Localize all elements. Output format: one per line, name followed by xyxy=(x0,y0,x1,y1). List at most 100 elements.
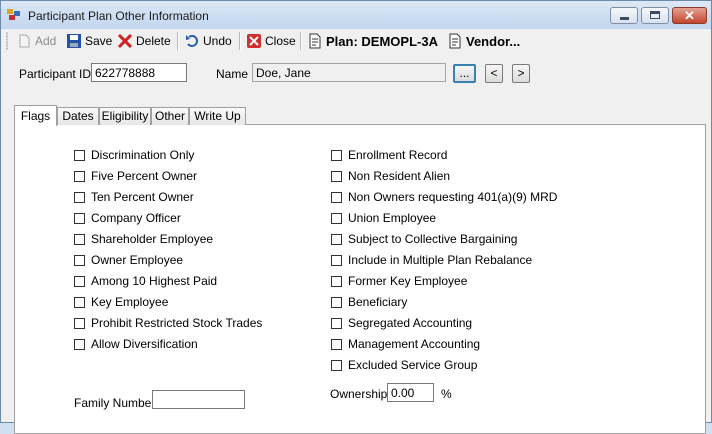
flag-label: Five Percent Owner xyxy=(91,169,198,183)
close-button[interactable]: Close xyxy=(246,32,296,50)
previous-participant-button[interactable]: < xyxy=(485,64,503,83)
flag-checkbox[interactable]: Shareholder Employee xyxy=(74,232,213,246)
undo-icon xyxy=(186,35,198,47)
flag-label: Segregated Accounting xyxy=(348,316,473,330)
checkbox-box[interactable] xyxy=(74,191,85,203)
ownership-input[interactable]: 0.00 xyxy=(387,383,434,402)
checkbox-box[interactable] xyxy=(74,317,85,329)
toolbar-grip[interactable] xyxy=(6,32,8,50)
flag-label: Allow Diversification xyxy=(91,337,198,351)
flag-checkbox[interactable]: Union Employee xyxy=(331,211,436,225)
checkbox-box[interactable] xyxy=(331,212,342,224)
add-button[interactable]: Add xyxy=(16,32,56,50)
flag-checkbox[interactable]: Include in Multiple Plan Rebalance xyxy=(331,253,532,267)
flag-label: Shareholder Employee xyxy=(91,232,214,246)
flag-label: Excluded Service Group xyxy=(348,358,478,372)
checkbox-box[interactable] xyxy=(74,149,85,161)
checkbox-box[interactable] xyxy=(74,233,85,245)
flag-label: Discrimination Only xyxy=(91,148,195,162)
delete-label: Delete xyxy=(136,34,171,48)
flag-label: Key Employee xyxy=(91,295,169,309)
next-participant-button[interactable]: > xyxy=(512,64,530,83)
tab-dates[interactable]: Dates xyxy=(57,107,99,125)
tab-eligibility[interactable]: Eligibility xyxy=(99,107,151,125)
flag-checkbox[interactable]: Prohibit Restricted Stock Trades xyxy=(74,316,262,330)
checkbox-box[interactable] xyxy=(331,149,342,161)
checkbox-box[interactable] xyxy=(74,212,85,224)
flag-checkbox[interactable]: Management Accounting xyxy=(331,337,480,351)
checkbox-box[interactable] xyxy=(331,359,342,371)
checkbox-box[interactable] xyxy=(74,296,85,308)
participant-id-label: Participant ID xyxy=(19,67,92,81)
checkbox-box[interactable] xyxy=(331,191,342,203)
flag-label: Union Employee xyxy=(348,211,437,225)
flag-checkbox[interactable]: Segregated Accounting xyxy=(331,316,472,330)
flag-label: Company Officer xyxy=(91,211,181,225)
participant-id-input[interactable]: 622778888 xyxy=(91,63,187,82)
flag-label: Former Key Employee xyxy=(348,274,468,288)
checkbox-box[interactable] xyxy=(331,254,342,266)
flag-label: Enrollment Record xyxy=(348,148,448,162)
checkbox-box[interactable] xyxy=(331,296,342,308)
flag-label: Include in Multiple Plan Rebalance xyxy=(348,253,533,267)
close-window-button[interactable]: ✕ xyxy=(672,7,707,24)
plan-button[interactable]: Plan: DEMOPL-3A xyxy=(307,32,438,50)
title-bar[interactable]: Participant Plan Other Information ✕ xyxy=(1,1,711,29)
tab-other[interactable]: Other xyxy=(151,107,189,125)
checkbox-box[interactable] xyxy=(74,254,85,266)
add-icon xyxy=(19,34,30,48)
flag-checkbox[interactable]: Ten Percent Owner xyxy=(74,190,194,204)
checkbox-box[interactable] xyxy=(331,317,342,329)
family-number-input[interactable] xyxy=(152,390,245,409)
tab-write-up[interactable]: Write Up xyxy=(189,107,246,125)
family-number-label: Family Number xyxy=(74,396,156,410)
toolbar-separator xyxy=(239,32,241,50)
checkbox-box[interactable] xyxy=(331,275,342,287)
flag-checkbox[interactable]: Allow Diversification xyxy=(74,337,198,351)
checkbox-box[interactable] xyxy=(74,338,85,350)
flag-label: Among 10 Highest Paid xyxy=(91,274,218,288)
flag-checkbox[interactable]: Key Employee xyxy=(74,295,168,309)
flag-label: Prohibit Restricted Stock Trades xyxy=(91,316,263,330)
name-field[interactable]: Doe, Jane xyxy=(252,63,446,82)
flag-label: Non Resident Alien xyxy=(348,169,451,183)
checkbox-box[interactable] xyxy=(74,275,85,287)
save-button[interactable]: Save xyxy=(66,32,112,50)
flag-label: Management Accounting xyxy=(348,337,481,351)
checkbox-box[interactable] xyxy=(331,170,342,182)
toolbar-separator xyxy=(300,32,302,50)
name-label: Name xyxy=(216,67,249,81)
flag-checkbox[interactable]: Owner Employee xyxy=(74,253,183,267)
flag-checkbox[interactable]: Discrimination Only xyxy=(74,148,194,162)
flag-checkbox[interactable]: Excluded Service Group xyxy=(331,358,477,372)
document-icon xyxy=(449,33,461,49)
maximize-button[interactable] xyxy=(641,7,669,24)
vendor-button[interactable]: Vendor... xyxy=(447,32,520,50)
save-label: Save xyxy=(85,34,113,48)
minimize-icon xyxy=(620,17,629,20)
vendor-label: Vendor... xyxy=(466,33,521,49)
flag-checkbox[interactable]: Non Owners requesting 401(a)(9) MRD xyxy=(331,190,557,204)
flag-checkbox[interactable]: Among 10 Highest Paid xyxy=(74,274,217,288)
window-title: Participant Plan Other Information xyxy=(28,9,209,23)
flag-checkbox[interactable]: Company Officer xyxy=(74,211,181,225)
delete-button[interactable]: Delete xyxy=(117,32,171,50)
flag-checkbox[interactable]: Non Resident Alien xyxy=(331,169,450,183)
checkbox-box[interactable] xyxy=(331,233,342,245)
close-icon: ✕ xyxy=(684,8,695,23)
app-icon xyxy=(7,9,20,20)
undo-button[interactable]: Undo xyxy=(184,32,232,50)
flag-checkbox[interactable]: Five Percent Owner xyxy=(74,169,197,183)
participant-lookup-button[interactable]: ... xyxy=(453,64,476,83)
flag-checkbox[interactable]: Former Key Employee xyxy=(331,274,467,288)
flag-checkbox[interactable]: Beneficiary xyxy=(331,295,407,309)
flag-label: Beneficiary xyxy=(348,295,408,309)
flag-label: Subject to Collective Bargaining xyxy=(348,232,518,246)
flag-checkbox[interactable]: Enrollment Record xyxy=(331,148,447,162)
checkbox-box[interactable] xyxy=(74,170,85,182)
flag-checkbox[interactable]: Subject to Collective Bargaining xyxy=(331,232,517,246)
checkbox-box[interactable] xyxy=(331,338,342,350)
close-label: Close xyxy=(265,34,296,48)
tab-flags[interactable]: Flags xyxy=(14,105,57,126)
minimize-button[interactable] xyxy=(610,7,638,24)
